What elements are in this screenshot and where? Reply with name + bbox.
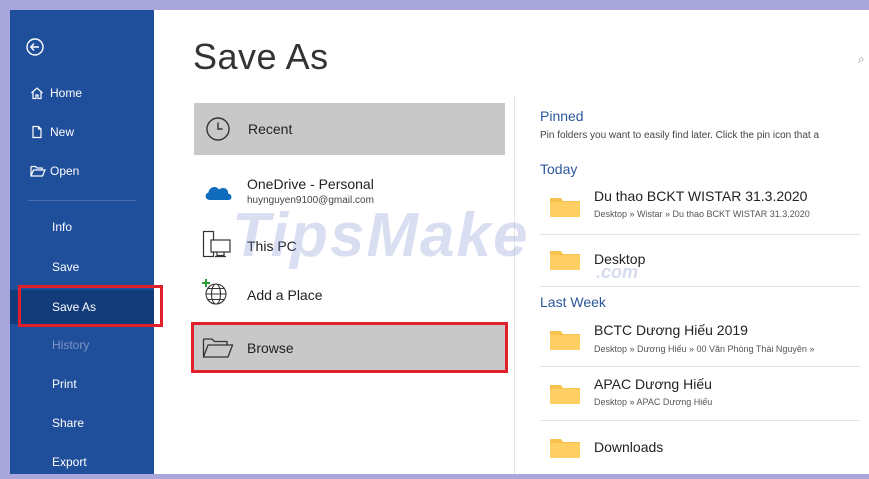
watermark-suffix: .com bbox=[596, 262, 639, 282]
folder-icon bbox=[550, 439, 580, 458]
sidebar-item-label: Info bbox=[52, 220, 73, 234]
location-label: Add a Place bbox=[247, 287, 323, 303]
sidebar-item-history[interactable]: History bbox=[10, 328, 154, 362]
section-last-week: Last Week bbox=[540, 294, 606, 310]
sidebar-item-share[interactable]: Share bbox=[10, 406, 154, 440]
folder-name: Downloads bbox=[594, 439, 664, 455]
highlight-browse bbox=[191, 322, 508, 373]
section-today: Today bbox=[540, 161, 578, 177]
row-divider bbox=[540, 234, 860, 235]
sidebar-divider bbox=[28, 200, 136, 201]
sidebar-item-open[interactable]: Open bbox=[10, 154, 154, 188]
folder-row[interactable]: Du thao BCKT WISTAR 31.3.2020 Desktop » … bbox=[540, 184, 869, 230]
clock-icon bbox=[206, 117, 230, 141]
folder-icon bbox=[550, 198, 580, 217]
section-pinned: Pinned bbox=[540, 108, 584, 124]
location-label: OneDrive - Personal bbox=[247, 176, 374, 192]
location-recent[interactable]: Recent bbox=[194, 103, 505, 155]
folder-path: Desktop » APAC Dương Hiếu bbox=[594, 397, 713, 407]
sidebar-item-label: New bbox=[50, 125, 75, 139]
window-frame-top bbox=[0, 0, 869, 10]
back-arrow-icon bbox=[26, 38, 44, 56]
sidebar-item-new[interactable]: New bbox=[10, 115, 154, 149]
folder-path: Desktop » Dương Hiếu » 00 Văn Phòng Thái… bbox=[594, 344, 815, 354]
folder-name: Du thao BCKT WISTAR 31.3.2020 bbox=[594, 188, 808, 204]
watermark: TipsMake bbox=[232, 201, 530, 270]
folder-icon bbox=[550, 385, 580, 404]
new-document-icon bbox=[30, 115, 46, 149]
row-divider bbox=[540, 420, 860, 421]
location-add-place[interactable]: Add a Place bbox=[194, 276, 505, 312]
highlight-save-as bbox=[18, 285, 163, 327]
back-button[interactable] bbox=[10, 18, 154, 74]
sidebar-item-label: Print bbox=[52, 377, 77, 391]
sidebar-item-label: Share bbox=[52, 416, 85, 430]
globe-add-icon bbox=[202, 279, 227, 305]
folder-row[interactable]: BCTC Dương Hiếu 2019 Desktop » Dương Hiế… bbox=[540, 317, 869, 363]
row-divider bbox=[540, 366, 860, 367]
folder-path: Desktop » Wistar » Du thao BCKT WISTAR 3… bbox=[594, 209, 810, 219]
column-divider bbox=[514, 95, 515, 474]
backstage-sidebar: Home New Open Info Save Save As History … bbox=[10, 10, 154, 474]
sidebar-item-print[interactable]: Print bbox=[10, 367, 154, 401]
sidebar-item-label: History bbox=[52, 338, 90, 352]
sidebar-item-label: Save bbox=[52, 260, 80, 274]
window-frame-left bbox=[0, 0, 10, 479]
folder-icon bbox=[550, 251, 580, 270]
folder-name: APAC Dương Hiếu bbox=[594, 376, 712, 392]
sidebar-item-info[interactable]: Info bbox=[10, 210, 154, 244]
folder-icon bbox=[550, 331, 580, 350]
folder-name: BCTC Dương Hiếu 2019 bbox=[594, 322, 748, 338]
folder-row[interactable]: Downloads bbox=[540, 424, 869, 470]
home-icon bbox=[30, 76, 46, 110]
computer-icon bbox=[202, 230, 231, 258]
page-title: Save As bbox=[193, 36, 329, 77]
onedrive-cloud-icon bbox=[205, 187, 232, 200]
sidebar-item-label: Open bbox=[50, 164, 80, 178]
sidebar-item-label: Home bbox=[50, 86, 83, 100]
row-divider bbox=[540, 286, 860, 287]
folder-row[interactable]: APAC Dương Hiếu Desktop » APAC Dương Hiế… bbox=[540, 371, 869, 417]
search-icon[interactable]: ⌕ bbox=[858, 52, 865, 67]
folder-row[interactable]: Desktop bbox=[540, 236, 869, 282]
sidebar-item-export[interactable]: Export bbox=[10, 445, 154, 479]
sidebar-item-label: Export bbox=[52, 455, 87, 469]
open-folder-icon bbox=[30, 154, 46, 188]
location-label: Recent bbox=[248, 121, 293, 137]
sidebar-item-save[interactable]: Save bbox=[10, 250, 154, 284]
pinned-hint: Pin folders you want to easily find late… bbox=[540, 130, 820, 141]
sidebar-item-home[interactable]: Home bbox=[10, 76, 154, 110]
